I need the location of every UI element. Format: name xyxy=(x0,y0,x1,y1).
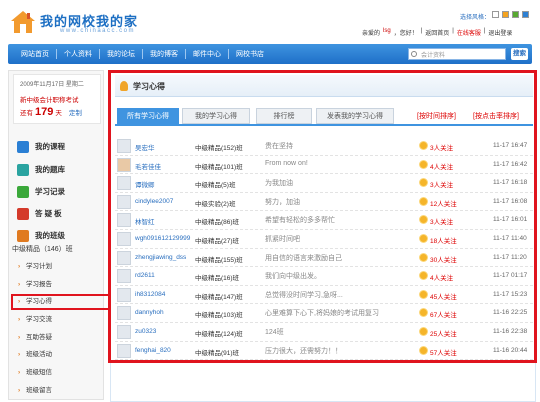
main-nav: 网站首页 个人资料 我的论坛 我的博客 邮件中心 网校书店 会计资料 搜索 xyxy=(8,44,532,64)
search-input[interactable]: 会计资料 xyxy=(408,48,506,60)
nav-mail[interactable]: 邮件中心 xyxy=(186,49,229,59)
style-selector-label: 选择风格： xyxy=(460,15,491,21)
highlight-box-study-notes xyxy=(11,294,111,310)
greeting-text: 亲爱的 xyxy=(362,31,381,37)
class-item-study-exchange[interactable]: 学习交流 xyxy=(18,311,52,329)
nav-home[interactable]: 网站首页 xyxy=(14,49,57,59)
sidebar-item-study-record[interactable]: 学习记录 xyxy=(17,184,97,199)
site-header: 我的网校我的家 www.chinaacc.com 选择风格： 亲爱的 lsg ，… xyxy=(0,0,540,43)
class-item-study-report[interactable]: 学习报告 xyxy=(18,276,52,294)
welcome-text: ，您好！ xyxy=(393,31,418,37)
sidebar-item-my-courses[interactable]: 我的课程 xyxy=(17,139,97,154)
countdown-days: 179 xyxy=(35,106,54,118)
sidebar-item-my-class[interactable]: 我的班级 xyxy=(17,228,97,243)
style-color-swatches xyxy=(492,11,529,18)
search-button[interactable]: 搜索 xyxy=(511,48,528,60)
question-bank-icon xyxy=(17,163,29,176)
search-icon xyxy=(411,51,417,57)
exam-countdown: 还有 179 天 定制 xyxy=(20,106,82,118)
class-item-class-message[interactable]: 班级留言 xyxy=(18,382,52,400)
logout-link[interactable]: 退出登录 xyxy=(488,28,512,37)
nav-profile[interactable]: 个人资料 xyxy=(57,49,100,59)
sidebar-item-qa-board[interactable]: 答 疑 板 xyxy=(17,206,97,221)
house-logo-icon xyxy=(11,11,35,33)
qa-icon xyxy=(17,207,29,220)
home-link[interactable]: 返回首页 xyxy=(425,28,449,37)
class-item-class-activity[interactable]: 班级活动 xyxy=(18,346,52,364)
record-icon xyxy=(17,185,29,198)
class-icon xyxy=(17,229,29,242)
nav-forum[interactable]: 我的论坛 xyxy=(100,49,143,59)
style-swatch-white[interactable] xyxy=(492,11,499,18)
nav-blog[interactable]: 我的博客 xyxy=(143,49,186,59)
nav-bookstore[interactable]: 网校书店 xyxy=(229,49,271,59)
countdown-title: 新中级会计职称考试 xyxy=(20,97,79,104)
sidebar-item-question-bank[interactable]: 我的题库 xyxy=(17,162,97,177)
class-menu: 学习计划 学习报告 学习心得 学习交流 互助答疑 班级活动 班级短信 班级留言 xyxy=(18,258,52,400)
class-item-study-plan[interactable]: 学习计划 xyxy=(18,258,52,276)
user-bar: 亲爱的 lsg ，您好！ | 返回首页 | 在线客服 | 退出登录 xyxy=(362,28,513,37)
class-title[interactable]: 中级精品（146）班 xyxy=(12,244,73,254)
style-swatch-blue[interactable] xyxy=(522,11,529,18)
highlight-box-main xyxy=(108,70,537,363)
username: lsg xyxy=(383,28,391,34)
countdown-customize-link[interactable]: 定制 xyxy=(69,107,82,117)
logo-url: www.chinaacc.com xyxy=(60,28,136,34)
style-swatch-orange[interactable] xyxy=(502,11,509,18)
course-icon xyxy=(17,140,29,153)
date-panel: 2009年11月17日 星期二 新中级会计职称考试 还有 179 天 定制 xyxy=(13,74,101,124)
online-service-link[interactable]: 在线客服 xyxy=(457,28,481,37)
style-swatch-green[interactable] xyxy=(512,11,519,18)
class-item-mutual-qa[interactable]: 互助答疑 xyxy=(18,329,52,347)
current-date: 2009年11月17日 星期二 xyxy=(20,82,84,88)
class-item-class-sms[interactable]: 班级短信 xyxy=(18,364,52,382)
